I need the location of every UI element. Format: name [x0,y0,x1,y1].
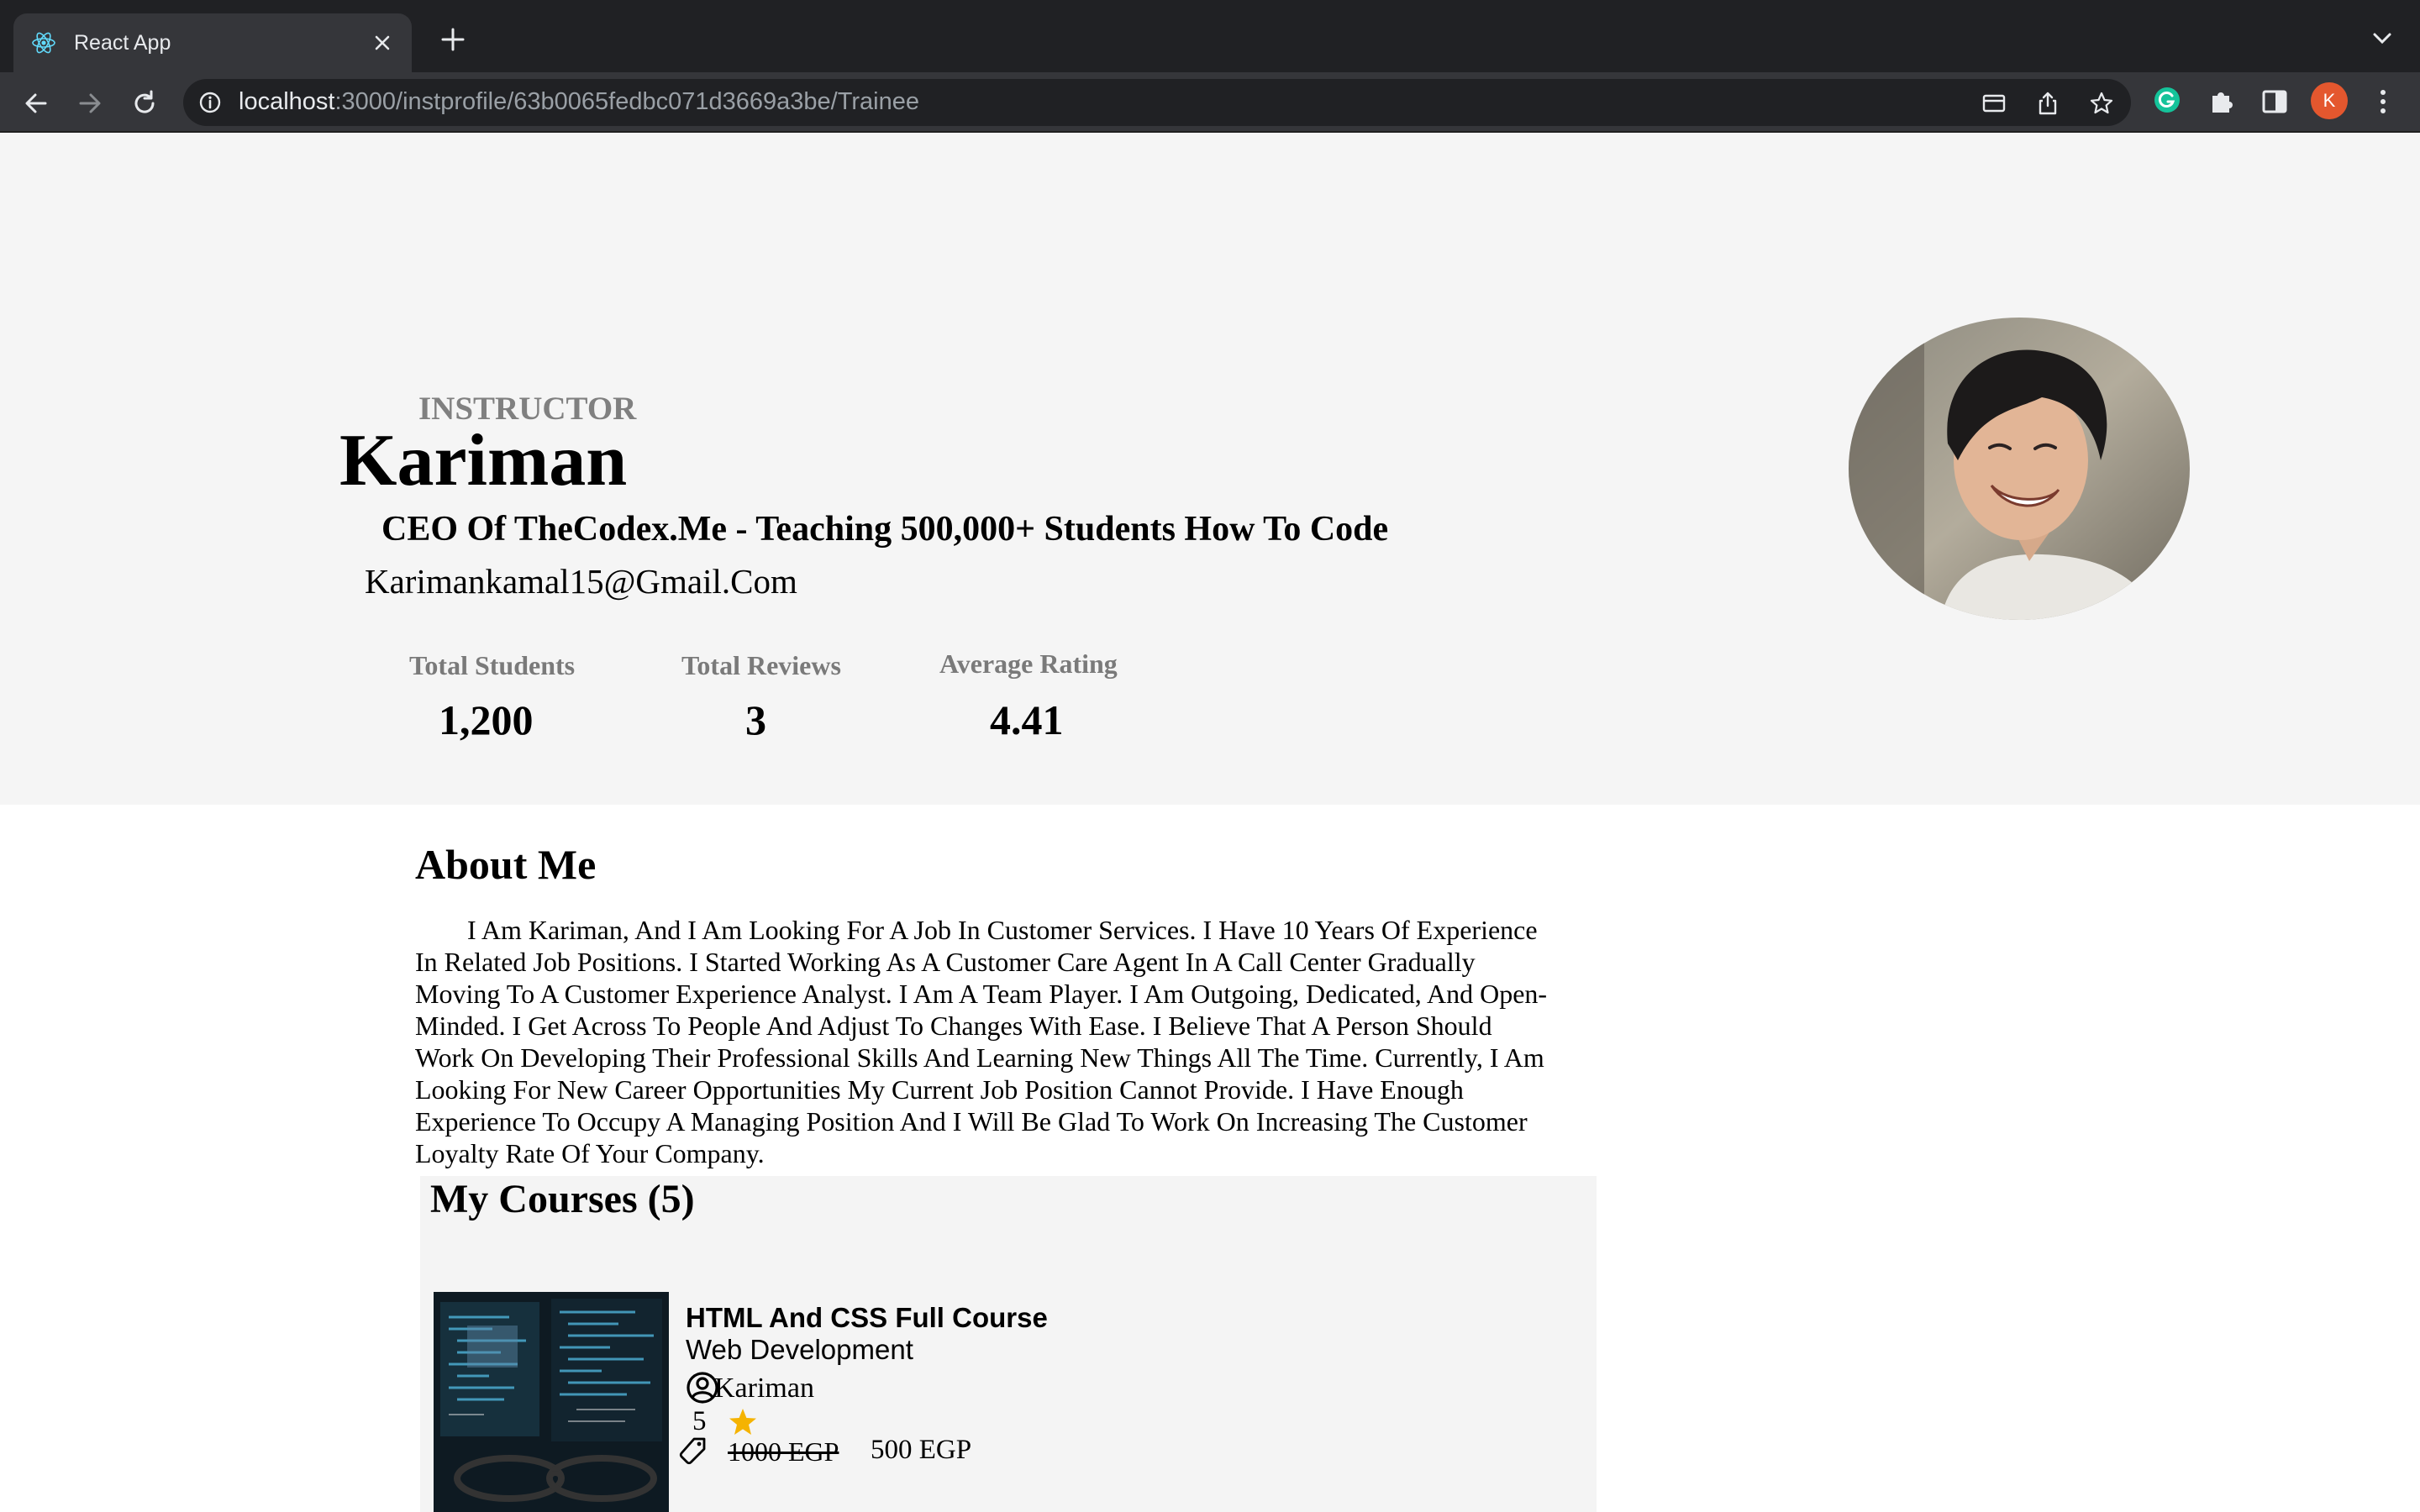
address-bar[interactable]: localhost:3000/instprofile/63b0065fedbc0… [183,79,2131,126]
grammarly-extension-icon[interactable] [2153,86,2181,114]
more-menu-icon[interactable] [2375,87,2391,116]
share-icon[interactable] [2035,91,2060,116]
url-text: localhost:3000/instprofile/63b0065fedbc0… [239,88,919,115]
stat-value-average-rating: 4.41 [990,696,1064,743]
side-panel-icon[interactable] [2260,87,2289,116]
stat-value-total-reviews: 3 [745,696,766,743]
browser-toolbar: localhost:3000/instprofile/63b0065fedbc0… [0,72,2420,133]
site-info-icon[interactable] [198,91,222,114]
profile-photo [1849,318,2190,620]
react-logo-icon [32,32,55,54]
course-instructor: Kariman [714,1373,814,1404]
stat-label-average-rating: Average Rating [939,648,1118,679]
instructor-name: Kariman [339,420,628,501]
course-rating: 5 [692,1406,707,1436]
card-icon[interactable] [1981,91,2007,116]
stat-value-total-students: 1,200 [439,696,534,743]
stat-label-total-students: Total Students [409,650,576,680]
profile-avatar[interactable]: K [2311,82,2348,119]
forward-arrow-icon[interactable] [76,89,104,118]
instructor-profile-page: INSTRUCTOR Kariman CEO Of TheCodex.Me - … [0,133,2420,1512]
new-tab-icon[interactable] [440,27,466,52]
tab-title: React App [74,30,171,55]
reload-icon[interactable] [130,89,159,118]
close-tab-icon[interactable] [370,30,395,55]
course-category: Web Development [686,1334,913,1365]
star-icon [729,1409,756,1435]
instructor-headline: CEO Of TheCodex.Me - Teaching 500,000+ S… [381,510,1389,549]
course-discounted-price: 500 EGP [871,1435,972,1465]
about-me-heading: About Me [415,841,597,888]
course-card[interactable]: HTML And CSS Full Course Web Development… [434,1292,1526,1512]
my-courses-heading: My Courses (5) [430,1177,695,1221]
course-title[interactable]: HTML And CSS Full Course [686,1302,1048,1334]
bookmark-star-icon[interactable] [2089,91,2114,116]
browser-tab-strip: React App [0,0,2420,72]
browser-tab[interactable]: React App [13,13,412,72]
instructor-email: Karimankamal15@Gmail.Com [365,562,797,601]
extensions-puzzle-icon[interactable] [2207,87,2236,116]
price-tag-icon [679,1437,706,1465]
about-me-text: I Am Kariman, And I Am Looking For A Job… [415,915,1548,1168]
stat-label-total-reviews: Total Reviews [681,650,841,680]
tab-search-chevron-icon[interactable] [2371,30,2393,47]
back-arrow-icon[interactable] [22,89,50,118]
profile-header: INSTRUCTOR Kariman CEO Of TheCodex.Me - … [0,133,2420,805]
course-thumbnail [434,1292,669,1512]
course-original-price: 1000 EGP [728,1436,839,1467]
